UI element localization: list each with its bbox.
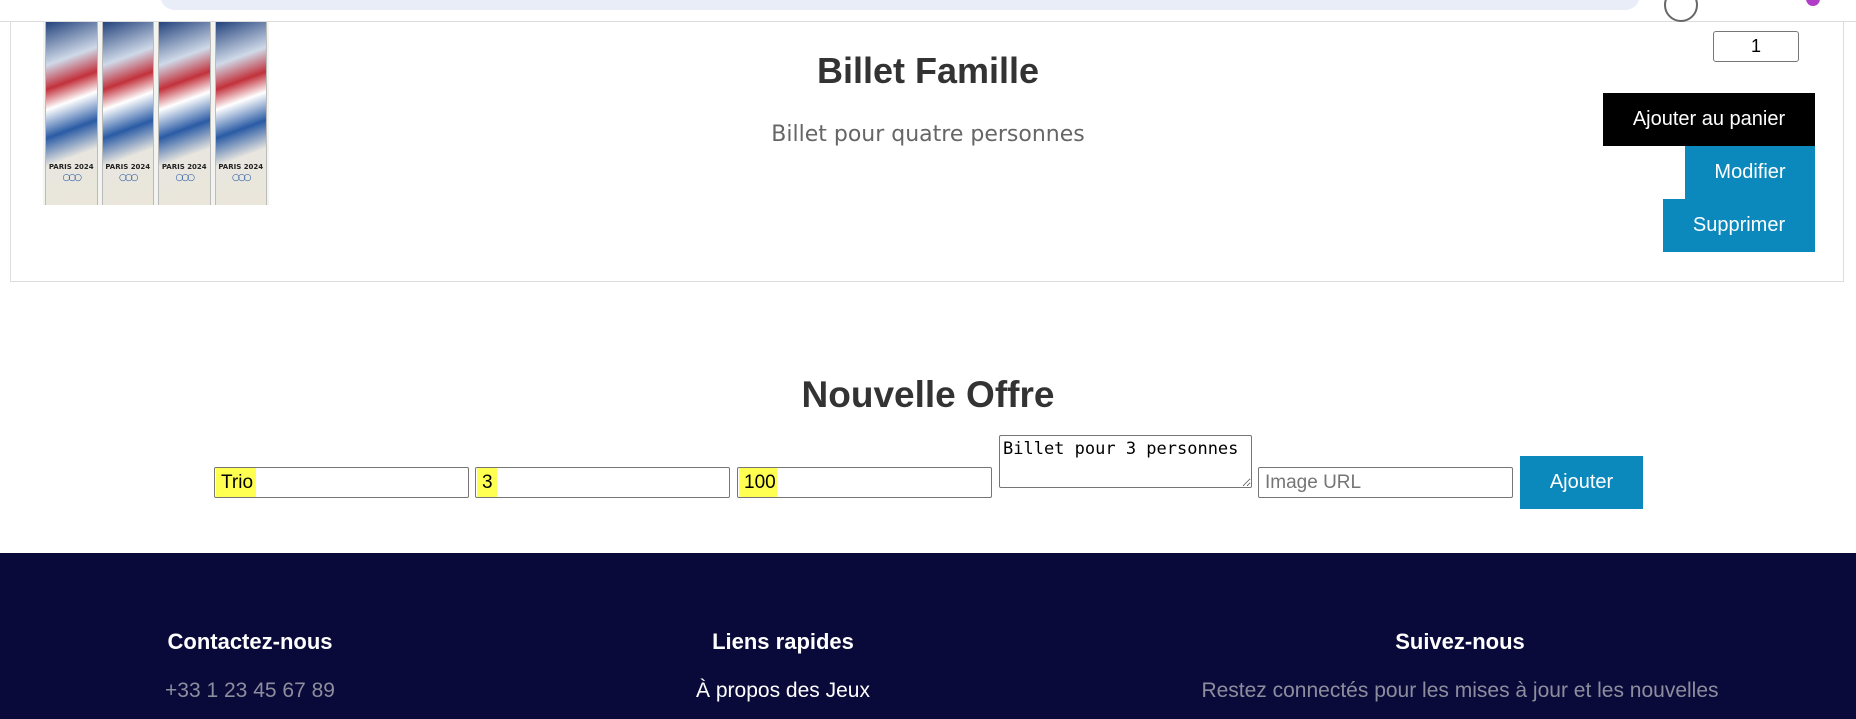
offer-price-input[interactable] xyxy=(737,467,992,498)
ticket-graphic: PARIS 2024 ○○○ xyxy=(45,21,98,205)
address-bar[interactable] xyxy=(160,0,1640,10)
extension-dot-icon[interactable] xyxy=(1806,0,1820,6)
add-to-cart-button[interactable]: Ajouter au panier xyxy=(1603,93,1815,146)
footer-heading-contact: Contactez-nous xyxy=(167,629,333,654)
product-title: Billet Famille xyxy=(816,50,1040,91)
product-image: PARIS 2024 ○○○ PARIS 2024 ○○○ PARIS 2024… xyxy=(43,21,269,205)
product-description: Billet pour quatre personnes xyxy=(771,122,1085,147)
site-footer: Contactez-nous +33 1 23 45 67 89 Liens r… xyxy=(0,553,1856,719)
footer-phone: +33 1 23 45 67 89 xyxy=(165,679,335,702)
ticket-label: PARIS 2024 xyxy=(105,163,151,171)
footer-link-about[interactable]: À propos des Jeux xyxy=(633,679,933,703)
olympic-rings-icon: ○○○ xyxy=(231,173,252,183)
footer-social-text: Restez connectés pour les mises à jour e… xyxy=(1201,679,1719,702)
edit-button[interactable]: Modifier xyxy=(1685,146,1815,199)
olympic-rings-icon: ○○○ xyxy=(118,173,139,183)
ticket-graphic: PARIS 2024 ○○○ xyxy=(101,21,154,205)
image-url-input[interactable] xyxy=(1258,467,1513,498)
footer-heading-links: Liens rapides xyxy=(712,629,854,654)
delete-button[interactable]: Supprimer xyxy=(1663,199,1815,252)
olympic-rings-icon: ○○○ xyxy=(62,173,82,183)
quantity-input[interactable] xyxy=(1713,31,1799,62)
offer-quantity-input[interactable] xyxy=(475,467,730,498)
ticket-label: PARIS 2024 xyxy=(218,163,264,171)
olympic-rings-icon: ○○○ xyxy=(175,173,195,183)
new-offer-title: Nouvelle Offre xyxy=(801,374,1055,415)
ticket-graphic: PARIS 2024 ○○○ xyxy=(214,21,267,205)
offer-description-textarea[interactable]: Billet pour 3 personnes xyxy=(999,435,1252,488)
ticket-graphic: PARIS 2024 ○○○ xyxy=(158,21,211,205)
profile-circle-icon[interactable] xyxy=(1664,0,1698,22)
ticket-label: PARIS 2024 xyxy=(161,163,207,171)
browser-top-strip xyxy=(0,0,1856,22)
footer-heading-social: Suivez-nous xyxy=(1395,629,1525,654)
add-offer-button[interactable]: Ajouter xyxy=(1520,456,1643,509)
offer-name-input[interactable] xyxy=(214,467,469,498)
ticket-label: PARIS 2024 xyxy=(48,163,94,171)
